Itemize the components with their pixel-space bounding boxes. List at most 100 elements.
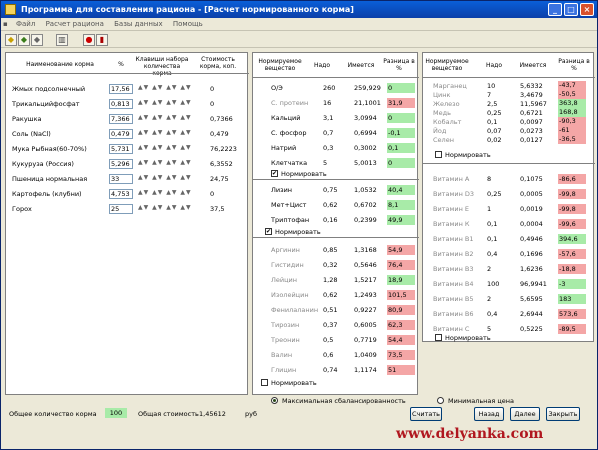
nutrient-norm: 100 bbox=[487, 280, 500, 288]
nutrient-have: 1,2493 bbox=[354, 291, 377, 299]
back-button[interactable]: Назад bbox=[474, 407, 504, 421]
nutrient-norm: 0,07 bbox=[487, 127, 502, 135]
feed-pct-input[interactable]: 5,296 bbox=[109, 159, 133, 169]
feed-pct-input[interactable]: 5,731 bbox=[109, 144, 133, 154]
calculate-button[interactable]: Считать bbox=[410, 407, 442, 421]
feed-pct-input[interactable]: 0,479 bbox=[109, 129, 133, 139]
feed-name: Горох bbox=[12, 205, 32, 213]
radio-max-balance[interactable] bbox=[271, 397, 278, 404]
normalize-checkbox-vitamins[interactable] bbox=[435, 334, 442, 341]
nutrient-have: 11,5967 bbox=[520, 100, 547, 108]
feed-stepper[interactable]: ▲▼ ▲▼ ▲▼ ▲▼ bbox=[138, 174, 192, 181]
nutrient-norm: 0,5 bbox=[323, 336, 334, 344]
nutrient-diff: -86,6 bbox=[558, 174, 586, 184]
nutrient-diff: -99,8 bbox=[558, 204, 586, 214]
nutrient-diff: 54,9 bbox=[387, 245, 415, 255]
mid-header-substance: Нормируемое вещество bbox=[258, 58, 302, 72]
nutrient-have: 3,0994 bbox=[354, 114, 377, 122]
nutrient-name: Витамин В6 bbox=[433, 310, 474, 318]
close-window-button[interactable]: × bbox=[580, 3, 594, 16]
window-title: Программа для составления рациона - [Рас… bbox=[21, 5, 354, 14]
tools-icon[interactable]: ◆ bbox=[31, 34, 43, 46]
chart-icon[interactable]: ▥ bbox=[56, 34, 68, 46]
nutrient-name: Витамин С bbox=[433, 325, 470, 333]
nutrient-name: С. протеин bbox=[271, 99, 309, 107]
nutrient-diff: 0,1 bbox=[387, 143, 415, 153]
nutrient-name: Витамин К bbox=[433, 220, 470, 228]
radio-min-price[interactable] bbox=[437, 397, 444, 404]
nutrient-norm: 0,85 bbox=[323, 246, 338, 254]
nutrient-name: Триптофан bbox=[271, 216, 310, 224]
nutrient-have: 3,4679 bbox=[520, 91, 543, 99]
nutrient-norm: 0,3 bbox=[323, 144, 334, 152]
normalize-checkbox-minerals[interactable] bbox=[435, 151, 442, 158]
nutrient-have: 0,0019 bbox=[520, 205, 543, 213]
feed-name: Соль (NaCl) bbox=[12, 130, 51, 138]
feed-name: Кукуруза (Россия) bbox=[12, 160, 74, 168]
feed-pct-input[interactable]: 17,56 bbox=[109, 84, 133, 94]
nutrient-norm: 0,74 bbox=[323, 366, 338, 374]
menu-help[interactable]: Помощь bbox=[169, 18, 207, 31]
feed-pct-input[interactable]: 33 bbox=[109, 174, 133, 184]
nutrient-name: Витамин В1 bbox=[433, 235, 474, 243]
feed-pct-input[interactable]: 7,366 bbox=[109, 114, 133, 124]
nutrient-diff: 168,8 bbox=[558, 108, 586, 117]
nutrient-diff: 0 bbox=[387, 83, 415, 93]
nutrient-diff: -99,6 bbox=[558, 219, 586, 229]
feed-stepper[interactable]: ▲▼ ▲▼ ▲▼ ▲▼ bbox=[138, 189, 192, 196]
toolbar: ◆ ◆ ◆ ▥ ● ▮ bbox=[1, 32, 597, 48]
nutrient-name: Фенилаланин bbox=[271, 306, 319, 314]
feed-stepper[interactable]: ▲▼ ▲▼ ▲▼ ▲▼ bbox=[138, 144, 192, 151]
close-button[interactable]: Закрыть bbox=[546, 407, 580, 421]
right-header-diff: Разница в % bbox=[558, 58, 590, 72]
nutrient-diff: 49,9 bbox=[387, 215, 415, 225]
feed-stepper[interactable]: ▲▼ ▲▼ ▲▼ ▲▼ bbox=[138, 114, 192, 121]
grain-icon[interactable]: ◆ bbox=[18, 34, 30, 46]
nutrient-have: 0,0005 bbox=[520, 190, 543, 198]
normalize-label: Нормировать bbox=[445, 334, 491, 342]
nutrient-norm: 1 bbox=[487, 205, 492, 213]
nutrient-name: Витамин D3 bbox=[433, 190, 475, 198]
feed-stepper[interactable]: ▲▼ ▲▼ ▲▼ ▲▼ bbox=[138, 159, 192, 166]
minimize-button[interactable]: _ bbox=[548, 3, 562, 16]
feed-pct-input[interactable]: 4,753 bbox=[109, 189, 133, 199]
header-feed-name: Наименование корма bbox=[26, 61, 94, 68]
nutrient-have: 1,6236 bbox=[520, 265, 543, 273]
feed-pct-input[interactable]: 0,813 bbox=[109, 99, 133, 109]
normalize-checkbox-amino-extra[interactable] bbox=[261, 379, 268, 386]
nutrient-norm: 0,62 bbox=[323, 291, 338, 299]
nutrient-name: Витамин В3 bbox=[433, 265, 474, 273]
feed-icon[interactable]: ◆ bbox=[5, 34, 17, 46]
normalize-checkbox-energy[interactable]: ✔ bbox=[271, 170, 278, 177]
nutrient-name: Медь bbox=[433, 109, 451, 117]
nutrient-name: Витамин В2 bbox=[433, 250, 474, 258]
next-button[interactable]: Далее bbox=[510, 407, 540, 421]
radio-max-balance-label: Максимальная сбалансированность bbox=[282, 397, 406, 405]
feed-stepper[interactable]: ▲▼ ▲▼ ▲▼ ▲▼ bbox=[138, 84, 192, 91]
nutrient-have: 5,0013 bbox=[354, 159, 377, 167]
calc-icon[interactable]: ● bbox=[83, 34, 95, 46]
app-icon bbox=[5, 4, 16, 15]
normalize-checkbox-amino[interactable]: ✔ bbox=[265, 228, 272, 235]
feed-stepper[interactable]: ▲▼ ▲▼ ▲▼ ▲▼ bbox=[138, 129, 192, 136]
nutrient-have: 2,6944 bbox=[520, 310, 543, 318]
menu-file[interactable]: Файл bbox=[12, 18, 39, 31]
nutrient-diff: -89,5 bbox=[558, 324, 586, 334]
book-icon[interactable]: ▮ bbox=[96, 34, 108, 46]
feed-stepper[interactable]: ▲▼ ▲▼ ▲▼ ▲▼ bbox=[138, 204, 192, 211]
nutrient-norm: 3,1 bbox=[323, 114, 334, 122]
feed-pct-input[interactable]: 25 bbox=[109, 204, 133, 214]
menu-file-icon[interactable]: ▪ bbox=[1, 18, 10, 31]
nutrient-name: Гистидин bbox=[271, 261, 304, 269]
menu-ration[interactable]: Расчет рациона bbox=[42, 18, 108, 31]
group-divider bbox=[423, 163, 595, 164]
feed-stepper[interactable]: ▲▼ ▲▼ ▲▼ ▲▼ bbox=[138, 99, 192, 106]
maximize-button[interactable]: □ bbox=[564, 3, 578, 16]
mid-header-have: Имеется bbox=[347, 62, 375, 69]
nutrient-norm: 0,4 bbox=[487, 310, 498, 318]
right-header-have: Имеется bbox=[519, 62, 547, 69]
nutrient-name: Витамин А bbox=[433, 175, 470, 183]
nutrient-have: 0,1696 bbox=[520, 250, 543, 258]
menu-databases[interactable]: Базы данных bbox=[110, 18, 167, 31]
title-bar: Программа для составления рациона - [Рас… bbox=[1, 1, 597, 18]
